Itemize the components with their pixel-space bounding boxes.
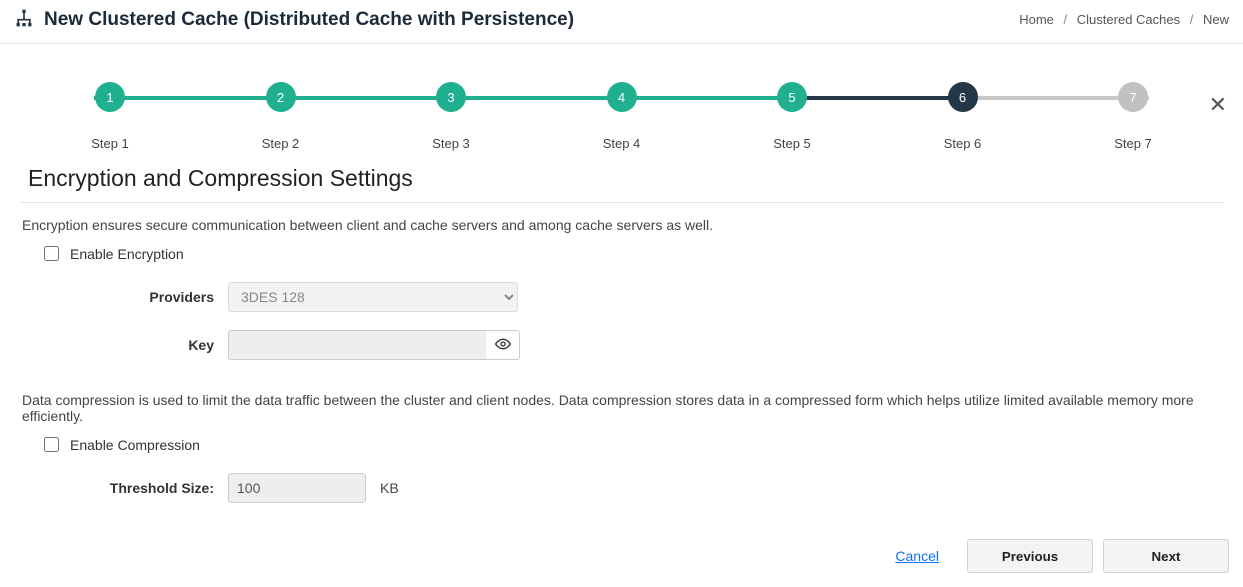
enable-encryption-checkbox[interactable]	[44, 246, 59, 261]
step-circle: 3	[436, 82, 466, 112]
eye-icon	[495, 336, 511, 355]
threshold-unit: KB	[380, 480, 399, 496]
step-label-2: Step 2	[251, 136, 311, 151]
step-circle: 1	[95, 82, 125, 112]
step-node-2[interactable]: 2	[265, 82, 297, 112]
key-input[interactable]	[228, 330, 486, 360]
step-circle: 6	[948, 82, 978, 112]
step-label-3: Step 3	[421, 136, 481, 151]
step-circle: 4	[607, 82, 637, 112]
step-node-7[interactable]: 7	[1117, 82, 1149, 112]
stepper: 1 2 3 4 5 6 7	[94, 82, 1149, 128]
enable-compression-checkbox[interactable]	[44, 437, 59, 452]
step-label-5: Step 5	[762, 136, 822, 151]
encryption-desc: Encryption ensures secure communication …	[14, 217, 1229, 243]
wizard-footer: Cancel Previous Next	[0, 527, 1243, 587]
breadcrumb-current: New	[1203, 12, 1229, 27]
step-circle: 5	[777, 82, 807, 112]
step-circle: 2	[266, 82, 296, 112]
step-node-4[interactable]: 4	[606, 82, 638, 112]
step-node-5[interactable]: 5	[776, 82, 808, 112]
previous-button[interactable]: Previous	[967, 539, 1093, 573]
step-label-7: Step 7	[1103, 136, 1163, 151]
providers-label: Providers	[14, 289, 214, 305]
close-icon[interactable]: ✕	[1209, 94, 1227, 116]
compression-desc: Data compression is used to limit the da…	[14, 374, 1229, 434]
breadcrumb-home[interactable]: Home	[1019, 12, 1054, 27]
topbar: New Clustered Cache (Distributed Cache w…	[0, 0, 1243, 44]
cancel-link[interactable]: Cancel	[895, 548, 939, 564]
threshold-input[interactable]	[228, 473, 366, 503]
enable-encryption-label: Enable Encryption	[70, 246, 184, 262]
page-title: New Clustered Cache (Distributed Cache w…	[44, 9, 574, 31]
threshold-label: Threshold Size:	[14, 480, 214, 496]
step-node-1[interactable]: 1	[94, 82, 126, 112]
step-label-6: Step 6	[933, 136, 993, 151]
breadcrumb-parent[interactable]: Clustered Caches	[1077, 12, 1180, 27]
key-label: Key	[14, 337, 214, 353]
providers-select[interactable]: 3DES 128	[228, 282, 518, 312]
hierarchy-icon	[14, 8, 34, 31]
breadcrumb: Home / Clustered Caches / New	[1019, 12, 1229, 27]
step-label-1: Step 1	[80, 136, 140, 151]
enable-compression-label: Enable Compression	[70, 437, 200, 453]
reveal-key-button[interactable]	[486, 330, 520, 360]
step-node-6[interactable]: 6	[947, 82, 979, 112]
section-title: Encryption and Compression Settings	[20, 151, 1223, 203]
next-button[interactable]: Next	[1103, 539, 1229, 573]
step-node-3[interactable]: 3	[435, 82, 467, 112]
step-circle: 7	[1118, 82, 1148, 112]
step-label-4: Step 4	[592, 136, 652, 151]
